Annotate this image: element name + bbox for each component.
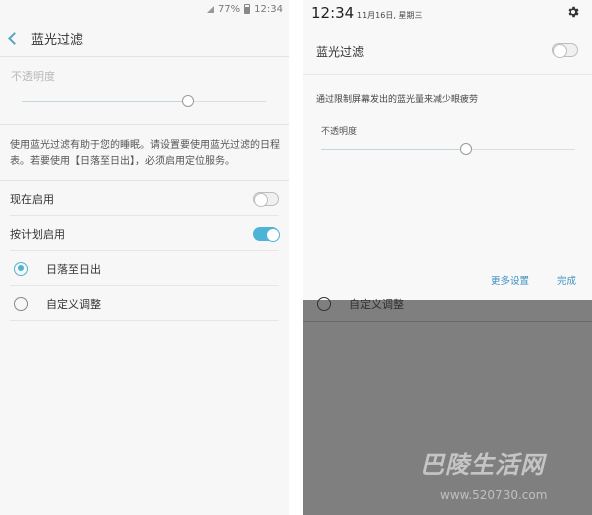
radio-label: 自定义调整 [349,298,404,311]
radio-label: 自定义调整 [46,297,101,311]
slider-track-fill [321,149,466,150]
blue-light-card: 12:34 11月16日, 星期三 蓝光过滤 通过限制屏幕发出的蓝光量来减少眼疲… [303,0,592,300]
back-arrow-icon[interactable] [8,31,21,45]
slider-thumb[interactable] [459,143,472,155]
radio-sunset-sunrise[interactable]: 日落至日出 [10,252,279,286]
watermark-brand: 巴陵生活网 [420,451,545,479]
done-button[interactable]: 完成 [557,273,576,287]
slider-track-fill [22,101,188,102]
page-title: 蓝光过滤 [31,32,84,48]
radio-custom[interactable]: 自定义调整 [10,287,279,321]
radio-label: 日落至日出 [46,262,101,276]
divider [0,180,289,181]
signal-icon [206,5,214,13]
watermark-url: www.520730.com [440,488,548,502]
panel-gap [289,0,303,515]
status-time: 12:34 [254,3,283,15]
divider [0,124,289,125]
gear-icon[interactable] [566,5,580,19]
card-title: 蓝光过滤 [316,45,365,59]
card-description: 通过限制屏幕发出的蓝光量来减少眼疲劳 [316,95,479,105]
battery-icon [244,4,251,14]
toggle-row-schedule[interactable]: 按计划启用 [10,217,280,251]
opacity-label: 不透明度 [321,127,358,137]
clock-time: 12:34 [311,4,355,22]
toggle-row-now[interactable]: 现在启用 [10,182,279,216]
quick-panel-screen: 12:34 11月16日, 星期三 蓝光过滤 通过限制屏幕发出的蓝光量来减少眼疲… [303,0,592,515]
clock-date: 11月16日, 星期三 [357,11,423,20]
row-label: 按计划启用 [10,227,65,241]
battery-percent: 77% [217,3,241,15]
radio-button[interactable] [14,296,28,311]
settings-screen: 77% 12:34 蓝光过滤 不透明度 使用蓝光过滤有助于您的睡眠。请设置要使用… [0,0,289,515]
slider-track-rest [465,149,575,150]
divider [303,74,592,75]
app-bar: 蓝光过滤 [0,22,289,54]
dimmed-radio-row: 自定义调整 [317,296,404,312]
slider-track-rest [187,101,266,102]
description-text: 使用蓝光过滤有助于您的睡眠。请设置要使用蓝光过滤的日程表。若要使用【日落至日出】… [10,140,280,167]
blue-light-toggle[interactable] [552,43,578,58]
schedule-toggle[interactable] [253,226,280,242]
more-settings-button[interactable]: 更多设置 [491,273,529,287]
radio-button[interactable] [14,261,28,276]
slider-thumb[interactable] [181,95,194,107]
radio-button [317,297,331,311]
opacity-label: 不透明度 [11,70,55,83]
divider [303,321,592,322]
row-label: 现在启用 [10,192,54,206]
divider [0,56,289,57]
enable-now-toggle[interactable] [253,191,279,207]
status-bar: 77% 12:34 [206,0,283,18]
